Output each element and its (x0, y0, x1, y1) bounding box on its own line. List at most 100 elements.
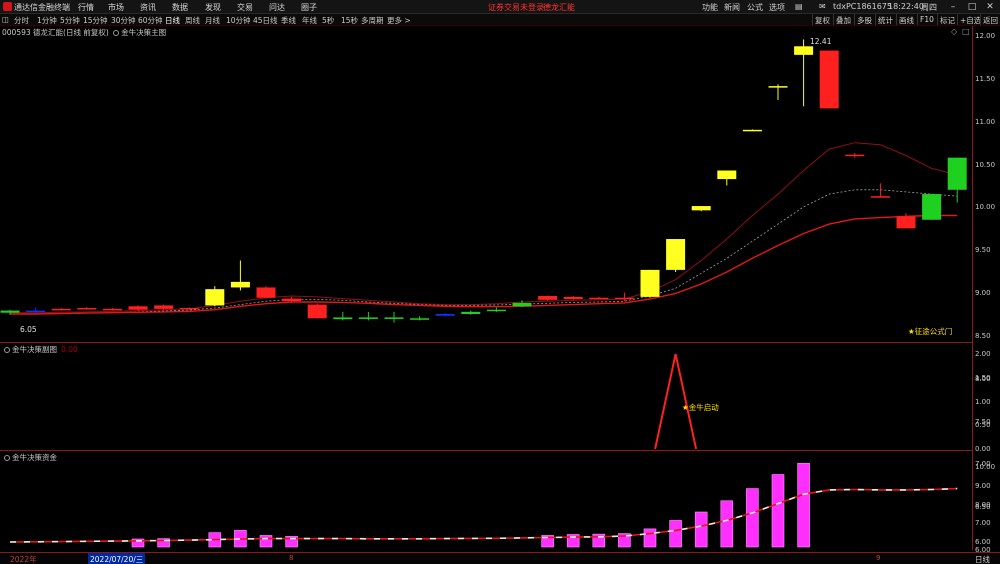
candle-body (922, 194, 942, 220)
sub2-tick-label: 7.00 (975, 519, 991, 528)
period-30min[interactable]: 30分钟 (111, 15, 136, 26)
period-5min[interactable]: 5分钟 (60, 15, 80, 26)
date-axis-bar: 2022年 2022/07/20/三 8 9 日线 (0, 552, 1000, 564)
tool-overlay[interactable]: 叠加 (833, 14, 853, 25)
period-indicator[interactable]: 日线 (975, 554, 990, 564)
signal-chart[interactable] (0, 343, 972, 450)
menu-news[interactable]: 资讯 (140, 2, 156, 13)
tool-adjust[interactable]: 复权 (812, 14, 832, 25)
trade-login-status[interactable]: 证券交易未登录 (488, 2, 544, 13)
period-quarterly[interactable]: 季线 (281, 15, 296, 26)
candle-body (0, 310, 20, 313)
stock-code: 000593 (2, 28, 31, 37)
period-more[interactable]: 更多 > (387, 15, 411, 26)
sub2-panel-header: 金牛决策资金 (2, 452, 57, 463)
sub2-tick-label: 10.00 (975, 463, 996, 471)
candle-body (461, 311, 481, 314)
period-intraday[interactable]: 分时 (14, 15, 29, 26)
current-stock-title: 德龙汇能 (543, 3, 575, 12)
tool-stats[interactable]: 统计 (875, 14, 895, 25)
layout-icon[interactable]: ◫ (2, 15, 9, 24)
minimize-icon[interactable]: – (947, 1, 959, 13)
fund-red-line (9, 487, 958, 543)
menu-data[interactable]: 数据 (172, 2, 188, 13)
mail-icon[interactable]: ✉ (819, 2, 826, 11)
menu-function[interactable]: 功能 (702, 2, 718, 13)
period-5sec[interactable]: 5秒 (322, 15, 334, 26)
fund-bar (720, 500, 734, 548)
tool-mark[interactable]: 标记 (937, 14, 957, 25)
panel-maximize-icon[interactable]: □ (962, 27, 970, 36)
period-weekly[interactable]: 周线 (185, 15, 200, 26)
signal-label-sub1: ★金牛启动 (682, 403, 719, 412)
sub-chart-panel-1[interactable]: 金牛决策副图 0.00 ★金牛启动 (0, 343, 972, 451)
date-cursor-label: 2022/07/20/三 (88, 553, 146, 564)
candle-body (102, 308, 122, 311)
calendar-icon[interactable]: ▤ (795, 2, 803, 11)
period-15sec[interactable]: 15秒 (341, 15, 358, 26)
tool-back[interactable]: 返回 (980, 14, 1000, 25)
main-chart-panel[interactable]: 000593 德龙汇能(日线 前复权) 金牛决策主图 ◇ □ 12.41 6.0… (0, 26, 972, 343)
main-tick-label: 12.00 (975, 32, 996, 40)
sub2-toggle-icon[interactable] (4, 455, 10, 461)
candle-body (128, 306, 148, 310)
menu-discover[interactable]: 发现 (205, 2, 221, 13)
app-title: 通达信金融终端 (14, 3, 70, 12)
sub1-toggle-icon[interactable] (4, 347, 10, 353)
fund-bar (900, 490, 912, 548)
candlestick-chart[interactable] (0, 26, 972, 342)
indicator-toggle-icon[interactable] (113, 30, 120, 36)
period-daily[interactable]: 日线 (165, 15, 180, 26)
menu-formula[interactable]: 公式 (747, 2, 763, 13)
fund-white-segments (9, 487, 958, 543)
fund-bar (669, 520, 682, 548)
menu-market-quotes[interactable]: 行情 (78, 2, 94, 13)
close-icon[interactable]: ✕ (984, 1, 996, 13)
diamond-icon[interactable]: ◇ (951, 27, 957, 36)
tool-draw[interactable]: 画线 (896, 14, 916, 25)
period-1min[interactable]: 1分钟 (37, 15, 57, 26)
sub1-tick-label: 1.00 (975, 397, 991, 406)
period-10min[interactable]: 10分钟 (226, 15, 251, 26)
date-tick-sep: 9 (876, 554, 881, 562)
candle-body (614, 297, 634, 300)
menu-options[interactable]: 选项 (769, 2, 785, 13)
fund-bar (643, 528, 657, 548)
candle-body (256, 287, 276, 298)
period-15min[interactable]: 15分钟 (83, 15, 108, 26)
sub1-tick-label: 0.50 (975, 421, 991, 430)
menu-market[interactable]: 市场 (108, 2, 124, 13)
period-45day[interactable]: 45日线 (253, 15, 278, 26)
candle-body (947, 157, 967, 190)
candle-body (512, 302, 532, 307)
menu-circle[interactable]: 圈子 (301, 2, 317, 13)
candle-body (768, 86, 788, 88)
ma-red-line (10, 214, 958, 315)
maximize-icon[interactable]: □ (966, 1, 978, 13)
period-monthly[interactable]: 月线 (205, 15, 220, 26)
fund-flow-chart[interactable] (0, 451, 972, 552)
sub2-tick-label: 6.00 (975, 538, 991, 546)
menu-news-right[interactable]: 新闻 (724, 2, 740, 13)
candle-body (845, 154, 865, 157)
candle-body (77, 308, 97, 310)
candle-body (358, 317, 378, 319)
ma-dotted-line (10, 189, 958, 315)
price-axis: 12.00 11.50 11.00 10.50 10.00 9.50 9.00 8.50 8.0… (972, 26, 1000, 554)
main-panel-header: 000593 德龙汇能(日线 前复权) 金牛决策主图 (2, 27, 166, 38)
fund-bar (694, 511, 708, 548)
candle-body (230, 281, 250, 288)
menu-wenda[interactable]: 问达 (269, 2, 285, 13)
tool-f10[interactable]: F10 (917, 14, 936, 25)
main-tick-label: 9.50 (975, 246, 991, 255)
period-yearly[interactable]: 年线 (302, 15, 317, 26)
period-60min[interactable]: 60分钟 (138, 15, 163, 26)
menu-trade[interactable]: 交易 (237, 2, 253, 13)
candle-body (794, 46, 814, 55)
sub-chart-panel-2[interactable]: 金牛决策资金 (0, 451, 972, 552)
candle-body (26, 310, 46, 313)
candle-body (538, 296, 558, 300)
period-multi[interactable]: 多周期 (361, 15, 384, 26)
signal-label-main: ★征途公式门 (908, 327, 953, 336)
tool-multi-stock[interactable]: 多股 (854, 14, 874, 25)
